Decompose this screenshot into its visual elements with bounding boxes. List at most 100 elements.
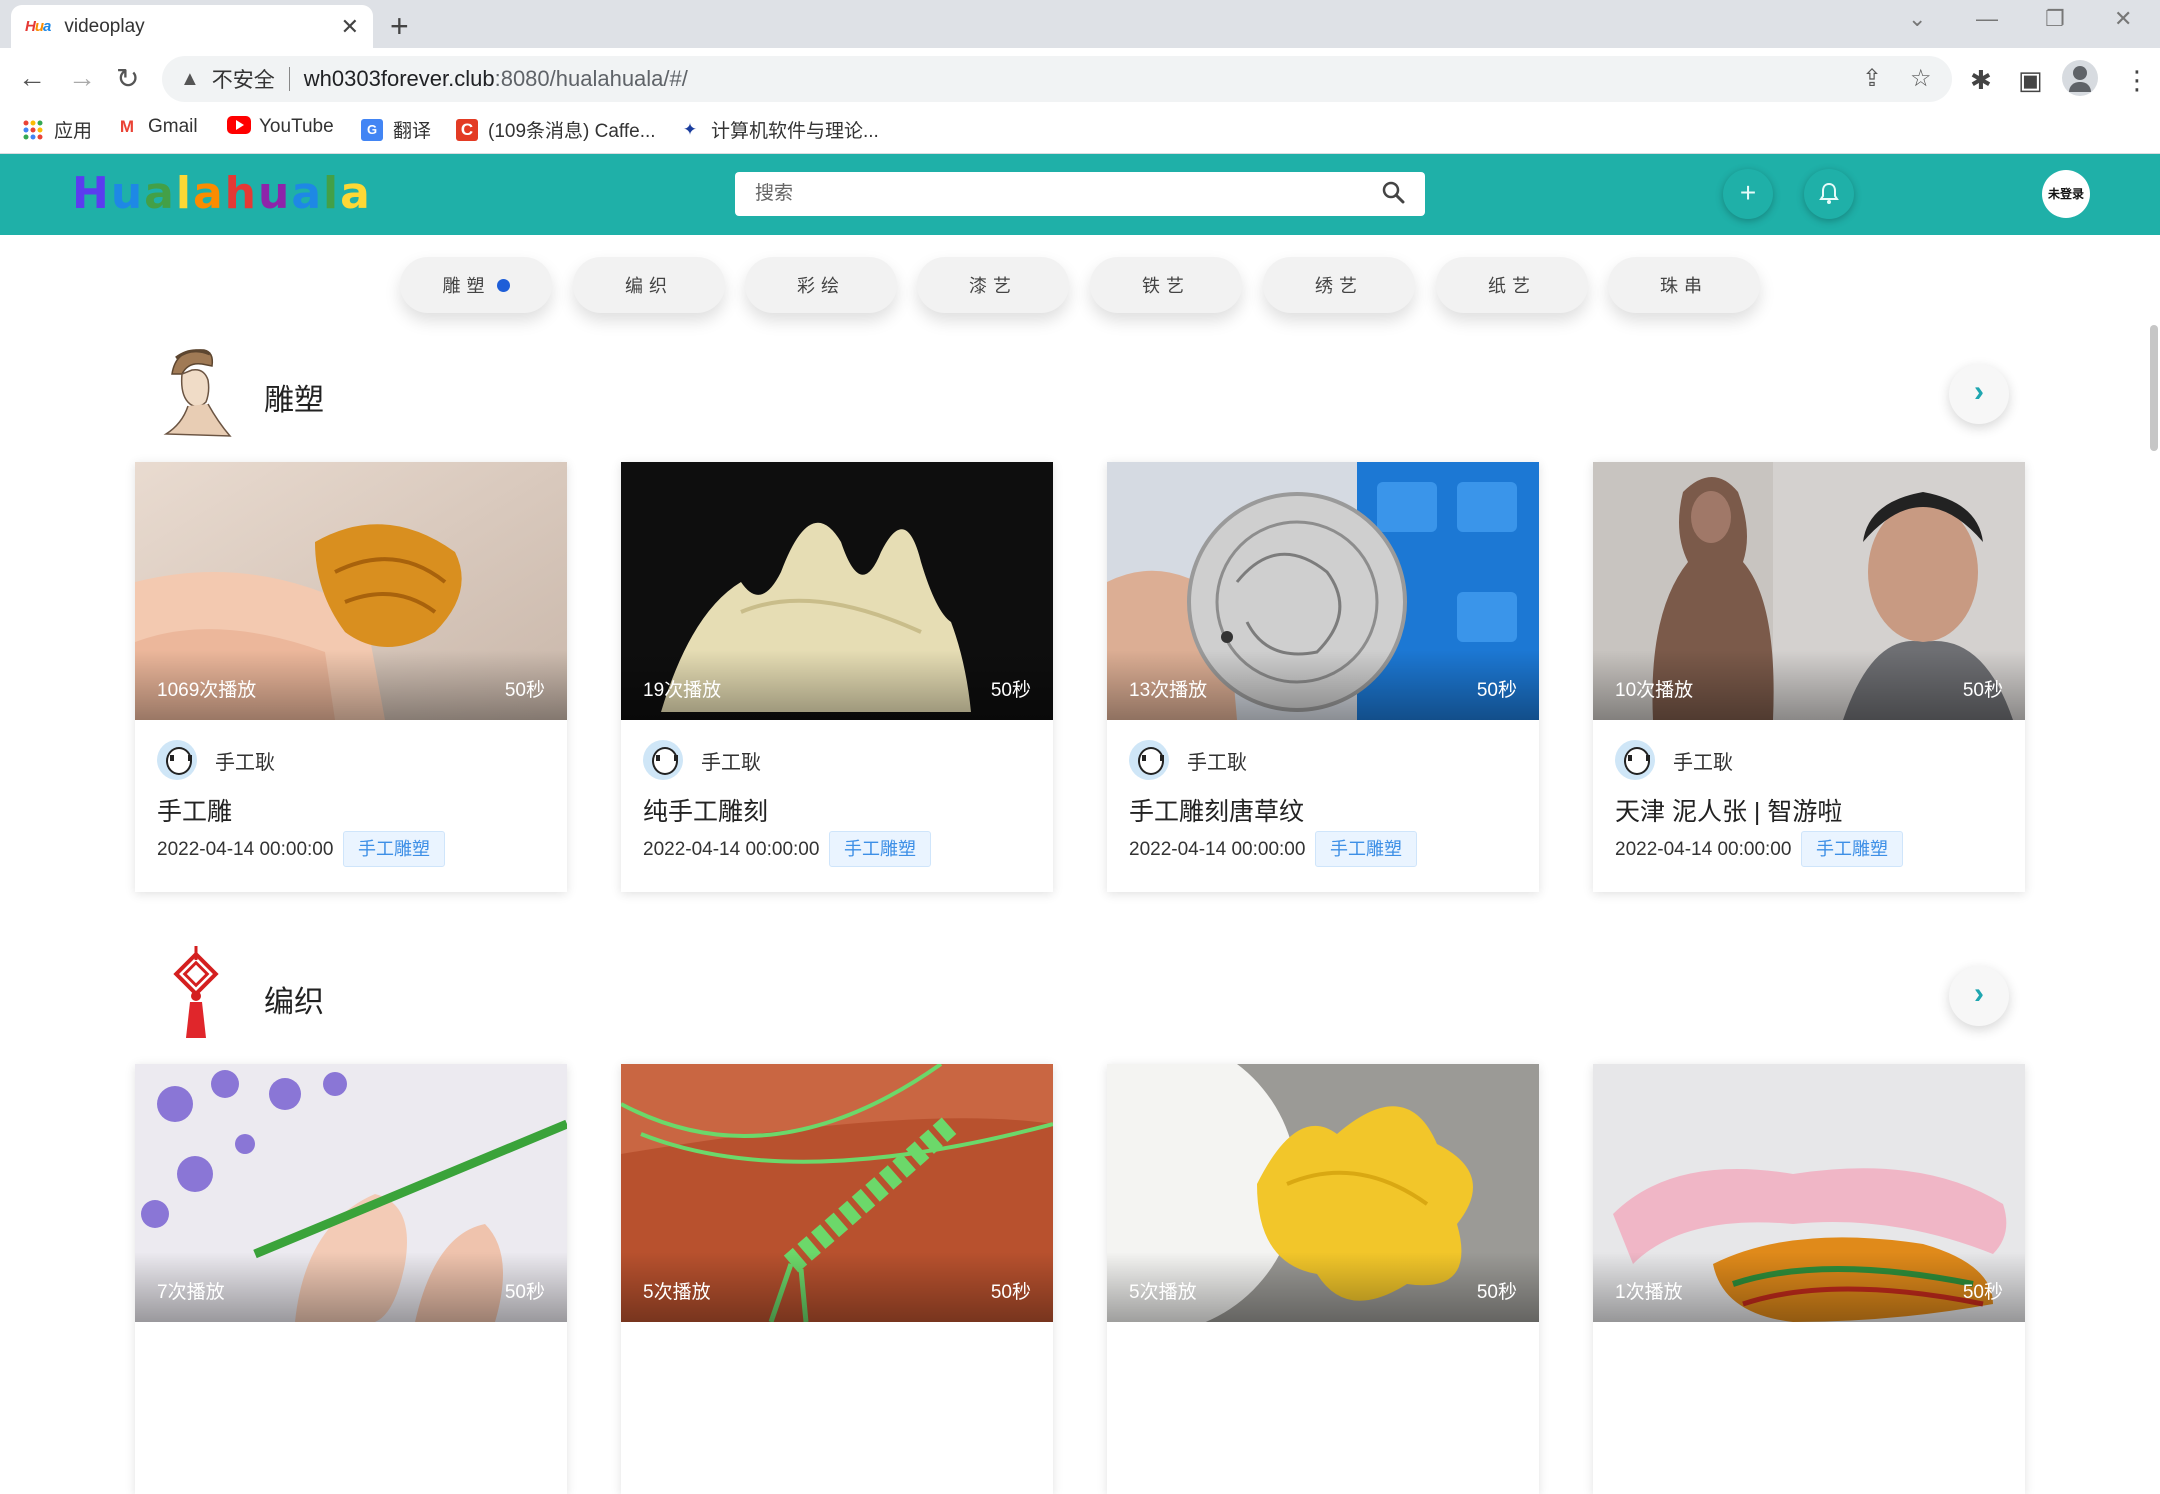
play-count: 1069次播放 (157, 680, 257, 701)
side-panel-icon[interactable]: ▣ (2018, 65, 2043, 96)
divider (288, 67, 290, 91)
tab-title: videoplay (64, 15, 145, 37)
reload-button[interactable]: ↻ (116, 62, 139, 95)
tab-search-icon[interactable]: ⌄ (1908, 6, 1926, 32)
category-pill-paper[interactable]: 纸艺 (1436, 257, 1588, 313)
share-icon[interactable]: ⇪ (1862, 64, 1882, 93)
search-icon[interactable] (1381, 180, 1405, 209)
play-count: 19次播放 (643, 680, 722, 701)
search-input[interactable] (755, 183, 1381, 205)
bookmark-translate[interactable]: G 翻译 (361, 116, 431, 143)
video-duration: 50秒 (504, 1282, 545, 1303)
video-card[interactable]: 7次播放 50秒 (135, 1064, 567, 1494)
sculpture-bust-icon (152, 344, 238, 445)
tab-close-icon[interactable]: ✕ (341, 14, 359, 40)
video-author[interactable]: 手工耿 (1615, 740, 1733, 780)
video-thumbnail[interactable]: 1次播放 50秒 (1593, 1064, 2025, 1322)
profile-avatar-icon[interactable] (2062, 60, 2098, 96)
category-pill-embroidery[interactable]: 绣艺 (1263, 257, 1415, 313)
page-scrollbar[interactable] (2150, 325, 2158, 451)
video-date: 2022-04-14 00:00:00 (157, 839, 334, 860)
play-count: 13次播放 (1129, 680, 1208, 701)
play-count: 7次播放 (157, 1282, 225, 1303)
video-duration: 50秒 (504, 680, 545, 701)
active-dot (496, 278, 510, 292)
minimize-button[interactable]: — (1976, 6, 1998, 32)
forward-button[interactable]: → (68, 62, 96, 94)
category-pill-lacquer[interactable]: 漆艺 (917, 257, 1069, 313)
new-tab-button[interactable]: + (390, 8, 409, 45)
video-card[interactable]: 10次播放 50秒 手工耿 天津 泥人张 | 智游啦 2022-04-14 00… (1593, 462, 2025, 892)
video-card[interactable]: 5次播放 50秒 (1107, 1064, 1539, 1494)
category-pill-weaving[interactable]: 编织 (573, 257, 725, 313)
section-title-sculpture: 雕塑 (264, 384, 324, 417)
video-title[interactable]: 纯手工雕刻 (643, 792, 768, 828)
site-logo[interactable]: Hualahuala (72, 168, 372, 219)
url-text[interactable]: wh0303forever.club:8080/hualahuala/#/ (304, 66, 688, 92)
video-duration: 50秒 (1476, 1282, 1517, 1303)
video-tag[interactable]: 手工雕塑 (1315, 831, 1417, 867)
category-pill-bar: 雕塑 编织 彩绘 漆艺 铁艺 绣艺 纸艺 珠串 (0, 257, 2160, 313)
menu-kebab-icon[interactable]: ⋮ (2124, 65, 2150, 96)
video-thumbnail[interactable]: 5次播放 50秒 (621, 1064, 1053, 1322)
address-bar[interactable]: ▲ 不安全 wh0303forever.club:8080/hualahuala… (162, 56, 1952, 102)
login-avatar[interactable]: 未登录 (2042, 170, 2090, 218)
video-thumbnail[interactable]: 13次播放 50秒 (1107, 462, 1539, 720)
csdn-icon: C (456, 118, 478, 141)
chinese-knot-icon (168, 946, 224, 1047)
warning-icon[interactable]: ▲ (180, 68, 200, 91)
category-pill-painting[interactable]: 彩绘 (745, 257, 897, 313)
restore-button[interactable]: ❐ (2045, 6, 2065, 32)
favicon-icon: Hua (25, 18, 51, 35)
section-next-button-sculpture[interactable]: › (1949, 364, 2009, 424)
category-pill-beads[interactable]: 珠串 (1608, 257, 1760, 313)
upload-plus-button[interactable]: + (1723, 169, 1773, 219)
section-title-weaving: 编织 (264, 986, 324, 1019)
video-title[interactable]: 手工雕刻唐草纹 (1129, 792, 1304, 828)
bookmark-star-icon[interactable]: ☆ (1910, 64, 1932, 93)
notification-bell-button[interactable] (1804, 169, 1854, 219)
video-thumbnail[interactable]: 7次播放 50秒 (135, 1064, 567, 1322)
extensions-icon[interactable]: ✱ (1970, 65, 1992, 96)
video-author[interactable]: 手工耿 (643, 740, 761, 780)
video-thumbnail[interactable]: 1069次播放 50秒 (135, 462, 567, 720)
video-card[interactable]: 1次播放 50秒 (1593, 1064, 2025, 1494)
video-author[interactable]: 手工耿 (157, 740, 275, 780)
site-icon: ✦ (682, 119, 698, 139)
video-tag[interactable]: 手工雕塑 (343, 831, 445, 867)
video-tag[interactable]: 手工雕塑 (829, 831, 931, 867)
category-pill-sculpture[interactable]: 雕塑 (400, 257, 552, 313)
play-count: 1次播放 (1615, 1282, 1683, 1303)
bookmark-youtube[interactable]: YouTube (227, 116, 334, 138)
video-author[interactable]: 手工耿 (1129, 740, 1247, 780)
panda-avatar-icon (1129, 740, 1169, 780)
play-count: 10次播放 (1615, 680, 1694, 701)
back-button[interactable]: ← (18, 62, 46, 94)
video-card[interactable]: 13次播放 50秒 手工耿 手工雕刻唐草纹 2022-04-14 00:00:0… (1107, 462, 1539, 892)
video-card[interactable]: 1069次播放 50秒 手工耿 手工雕 2022-04-14 00:00:00 … (135, 462, 567, 892)
video-card[interactable]: 5次播放 50秒 (621, 1064, 1053, 1494)
video-thumbnail[interactable]: 19次播放 50秒 (621, 462, 1053, 720)
category-pill-ironwork[interactable]: 铁艺 (1090, 257, 1242, 313)
apps-grid-icon (22, 119, 44, 141)
video-date: 2022-04-14 00:00:00 (1129, 839, 1306, 860)
panda-avatar-icon (157, 740, 197, 780)
address-toolbar: ← → ↻ ▲ 不安全 wh0303forever.club:8080/hual… (0, 48, 2160, 110)
video-tag[interactable]: 手工雕塑 (1801, 831, 1903, 867)
bookmark-gmail[interactable]: M Gmail (116, 116, 198, 138)
video-title[interactable]: 手工雕 (157, 792, 232, 828)
bookmark-cs-theory[interactable]: ✦ 计算机软件与理论... (679, 116, 879, 143)
insecure-label[interactable]: 不安全 (212, 64, 275, 94)
section-next-button-weaving[interactable]: › (1949, 966, 2009, 1026)
panda-avatar-icon (1615, 740, 1655, 780)
browser-tab[interactable]: Hua videoplay ✕ (11, 5, 373, 48)
video-thumbnail[interactable]: 10次播放 50秒 (1593, 462, 2025, 720)
close-window-button[interactable]: ✕ (2114, 6, 2132, 32)
site-header: Hualahuala + 未登录 (0, 154, 2160, 235)
bookmark-csdn[interactable]: C (109条消息) Caffe... (456, 116, 656, 143)
video-thumbnail[interactable]: 5次播放 50秒 (1107, 1064, 1539, 1322)
video-title[interactable]: 天津 泥人张 | 智游啦 (1615, 792, 1842, 828)
video-card[interactable]: 19次播放 50秒 手工耿 纯手工雕刻 2022-04-14 00:00:00 … (621, 462, 1053, 892)
gmail-icon: M (119, 117, 135, 136)
bookmark-apps[interactable]: 应用 (22, 116, 92, 143)
